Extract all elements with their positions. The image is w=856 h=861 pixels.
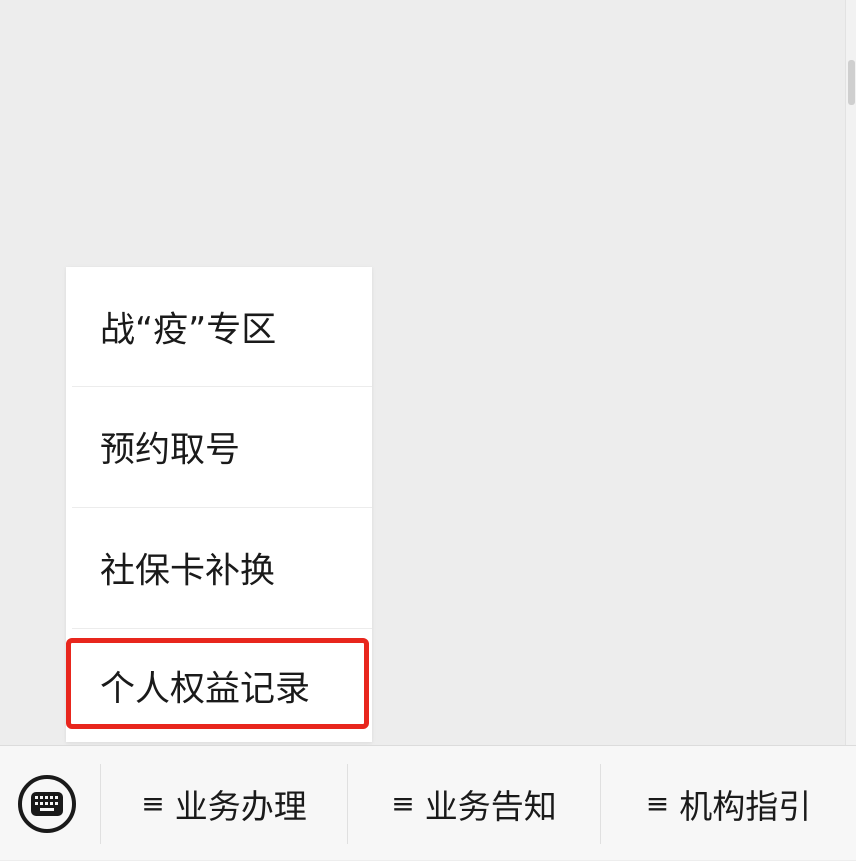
keyboard-toggle-button[interactable] bbox=[18, 775, 76, 833]
bar-menu-label: 业务告知 bbox=[424, 786, 557, 826]
bar-menu-label: 机构指引 bbox=[679, 786, 812, 826]
hamburger-icon: ≡ bbox=[645, 787, 670, 820]
highlight-box bbox=[66, 638, 369, 729]
bar-menu-institution-guide[interactable]: ≡ 机构指引 bbox=[601, 746, 856, 861]
scrollbar[interactable] bbox=[845, 0, 856, 745]
bar-menu-business-notice[interactable]: ≡ 业务告知 bbox=[348, 746, 600, 861]
keyboard-icon bbox=[31, 792, 63, 816]
hamburger-icon: ≡ bbox=[391, 787, 415, 820]
scrollbar-thumb[interactable] bbox=[848, 60, 855, 105]
menu-item-epidemic-zone[interactable]: 战“疫”专区 bbox=[66, 267, 372, 387]
menu-item-appointment[interactable]: 预约取号 bbox=[66, 387, 372, 507]
menu-item-label: 战“疫”专区 bbox=[100, 310, 277, 351]
bar-menu-label: 业务办理 bbox=[174, 786, 307, 826]
hamburger-icon: ≡ bbox=[141, 787, 165, 820]
bottom-menu-bar: ≡ 业务办理 ≡ 业务告知 ≡ 机构指引 bbox=[0, 745, 856, 860]
menu-item-label: 社保卡补换 bbox=[100, 551, 276, 592]
bar-menu-business-handling[interactable]: ≡ 业务办理 bbox=[101, 746, 347, 861]
menu-item-card-replacement[interactable]: 社保卡补换 bbox=[66, 508, 372, 628]
menu-item-label: 预约取号 bbox=[100, 430, 241, 471]
